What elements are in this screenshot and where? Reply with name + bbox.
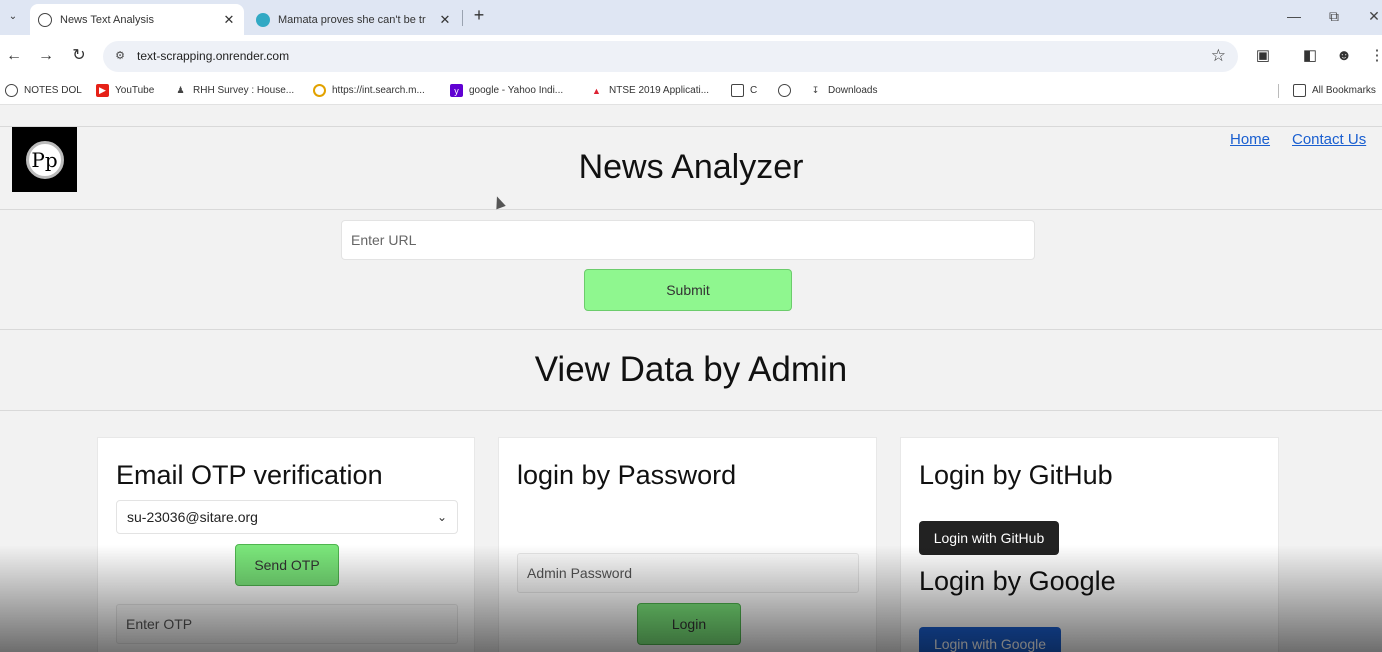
site-settings-icon[interactable]: ⚙ [113, 49, 127, 63]
extensions-icon[interactable]: ▣ [1252, 45, 1274, 67]
page-content: Pp News Analyzer Home Contact Us Submit … [0, 106, 1382, 652]
person-icon: ♟ [174, 84, 187, 97]
submit-button[interactable]: Submit [584, 269, 792, 311]
chevron-down-icon: ⌄ [436, 510, 447, 524]
bookmark-int-search[interactable]: https://int.search.m... [313, 84, 425, 97]
email-otp-card: Email OTP verification su-23036@sitare.o… [97, 437, 475, 652]
bookmark-label: NOTES DOL [24, 85, 82, 96]
new-tab-button[interactable]: + [470, 5, 488, 26]
tab-divider [462, 10, 463, 26]
bookmark-yahoo[interactable]: y google - Yahoo Indi... [450, 84, 563, 97]
tab-news-text-analysis[interactable]: News Text Analysis ✕ [30, 4, 244, 35]
url-input[interactable] [341, 220, 1035, 260]
send-otp-button[interactable]: Send OTP [235, 544, 339, 586]
page-title: News Analyzer [578, 148, 804, 186]
tab-strip: ⌄ News Text Analysis ✕ Mamata proves she… [0, 0, 1382, 35]
password-login-title: login by Password [517, 460, 737, 490]
all-bookmarks[interactable]: All Bookmarks [1293, 84, 1376, 97]
bookmark-downloads[interactable]: ↧ Downloads [809, 84, 877, 97]
warning-icon: ▲ [590, 84, 603, 97]
reload-icon[interactable]: ↻ [68, 45, 90, 67]
folder-icon [731, 84, 744, 97]
oauth-login-card: Login by GitHub Login with GitHub Login … [900, 437, 1279, 652]
profile-avatar-icon[interactable]: ☻ [1333, 45, 1355, 67]
bookmark-label: google - Yahoo Indi... [469, 85, 564, 96]
bookmark-label: https://int.search.m... [332, 85, 425, 96]
bookmark-label: Downloads [828, 85, 878, 96]
bookmark-label: YouTube [115, 85, 155, 96]
nav-home-link[interactable]: Home [1230, 131, 1270, 148]
otp-input[interactable] [116, 604, 458, 644]
address-bar[interactable]: ⚙ text-scrapping.onrender.com ☆ [103, 41, 1238, 72]
close-icon[interactable]: ✕ [436, 12, 454, 28]
google-login-title: Login by Google [919, 566, 1116, 596]
browser-toolbar: ← → ↻ ⚙ text-scrapping.onrender.com ☆ ▣ … [0, 35, 1382, 77]
close-icon[interactable]: ✕ [220, 12, 238, 28]
tab-title: News Text Analysis [60, 13, 154, 26]
restore-icon[interactable]: ⧉ [1322, 6, 1346, 26]
forward-arrow-icon[interactable]: → [35, 45, 57, 67]
tab-mamata-article[interactable]: Mamata proves she can't be tr ✕ [248, 4, 460, 35]
bookmark-youtube[interactable]: ▶ YouTube [96, 84, 154, 97]
nav-contact-link[interactable]: Contact Us [1292, 131, 1366, 148]
globe-icon [38, 12, 52, 27]
email-otp-title: Email OTP verification [116, 460, 383, 490]
github-login-title: Login by GitHub [919, 460, 1113, 490]
globe-icon [778, 84, 791, 97]
bookmark-globe[interactable] [778, 84, 797, 97]
bookmark-label: C [750, 85, 758, 96]
bookmark-label: RHH Survey : House... [193, 85, 295, 96]
address-url: text-scrapping.onrender.com [137, 49, 290, 63]
admin-section-title: View Data by Admin [534, 350, 848, 389]
bookmark-folder-c[interactable]: C [731, 84, 757, 97]
tab-title: Mamata proves she can't be tr [278, 13, 426, 26]
download-icon: ↧ [809, 84, 822, 97]
menu-kebab-icon[interactable]: ⋮ [1366, 45, 1382, 67]
admin-password-input[interactable] [517, 553, 859, 593]
folder-icon [1293, 84, 1306, 97]
bookmarks-bar: NOTES DOL ▶ YouTube ♟ RHH Survey : House… [0, 77, 1382, 105]
site-favicon-icon [256, 12, 270, 27]
tab-search-chevron-icon[interactable]: ⌄ [3, 7, 23, 27]
globe-icon [5, 84, 18, 97]
bookmark-ntse[interactable]: ▲ NTSE 2019 Applicati... [590, 84, 709, 97]
bookmark-rhh-survey[interactable]: ♟ RHH Survey : House... [174, 84, 294, 97]
close-window-icon[interactable]: ✕ [1362, 6, 1382, 26]
side-panel-icon[interactable]: ◧ [1299, 45, 1321, 67]
email-select[interactable]: su-23036@sitare.org ⌄ [116, 500, 458, 534]
minimize-icon[interactable]: — [1282, 6, 1306, 26]
back-arrow-icon[interactable]: ← [3, 45, 25, 67]
youtube-icon: ▶ [96, 84, 109, 97]
github-login-button[interactable]: Login with GitHub [919, 521, 1059, 555]
search-engine-icon [313, 84, 326, 97]
bookmark-label: All Bookmarks [1312, 85, 1376, 96]
password-login-card: login by Password Login [498, 437, 877, 652]
bookmark-label: NTSE 2019 Applicati... [609, 85, 710, 96]
login-button[interactable]: Login [637, 603, 741, 645]
google-login-button[interactable]: Login with Google [919, 627, 1061, 652]
bookmark-notes-dol[interactable]: NOTES DOL [5, 84, 82, 97]
bookmark-star-icon[interactable]: ☆ [1211, 46, 1226, 66]
yahoo-icon: y [450, 84, 463, 97]
selected-email: su-23036@sitare.org [127, 509, 258, 525]
bookmark-divider [1278, 84, 1279, 98]
